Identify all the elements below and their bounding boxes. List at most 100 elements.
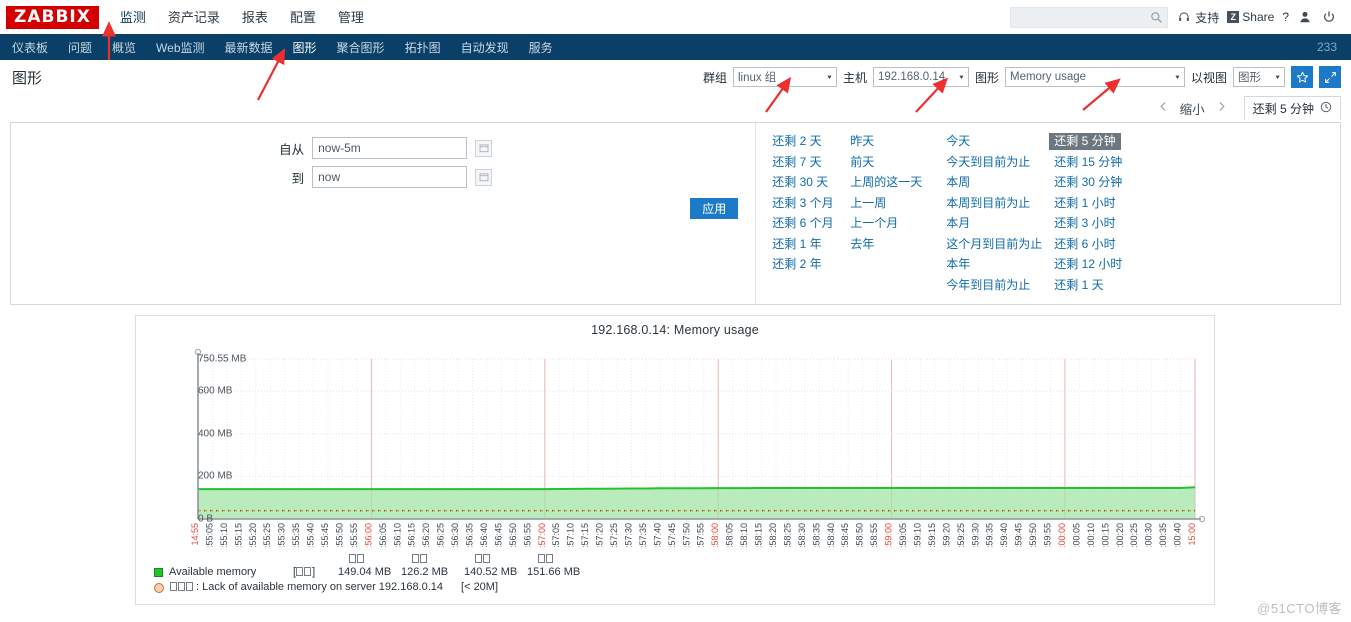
main-menu-item-administration[interactable]: 管理: [327, 0, 375, 34]
quick-range-link[interactable]: 还剩 30 天: [772, 174, 850, 191]
search-input[interactable]: [1015, 10, 1151, 24]
to-calendar-icon[interactable]: [475, 168, 493, 186]
time-range-tab[interactable]: 还剩 5 分钟: [1243, 96, 1341, 120]
zabbix-logo[interactable]: ZABBIX: [6, 5, 99, 29]
support-link[interactable]: 支持: [1176, 9, 1219, 26]
search-box[interactable]: [1010, 6, 1169, 28]
subnav-item-discovery[interactable]: 自动发现: [451, 34, 519, 60]
quick-range-link[interactable]: 还剩 3 个月: [772, 195, 850, 212]
svg-text:14:55:50: 14:55:50: [334, 523, 344, 547]
svg-text:14:58:55: 14:58:55: [869, 523, 879, 547]
svg-text:15:00:15: 15:00:15: [1100, 523, 1110, 547]
quick-range-link[interactable]: 还剩 3 小时: [1054, 215, 1150, 232]
apply-button[interactable]: 应用: [690, 198, 739, 219]
user-icon[interactable]: [1297, 9, 1313, 25]
quick-range-link[interactable]: 本周: [946, 174, 1054, 191]
search-icon[interactable]: [1150, 11, 1163, 24]
svg-text:14:57:40: 14:57:40: [652, 523, 662, 547]
quick-range-link[interactable]: 本周到目前为止: [946, 195, 1054, 212]
subnav-item-services[interactable]: 服务: [519, 34, 563, 60]
svg-text:14:58:30: 14:58:30: [797, 523, 807, 547]
main-menu-item-inventory[interactable]: 资产记录: [157, 0, 231, 34]
quick-range-link[interactable]: 上一周: [850, 195, 946, 212]
quick-range-link[interactable]: 还剩 2 天: [772, 133, 850, 150]
sub-navigation: 仪表板 问题 概览 Web监测 最新数据 图形 聚合图形 拓扑图 自动发现 服务…: [0, 34, 1351, 60]
subnav-item-web[interactable]: Web监测: [146, 34, 214, 60]
subnav-item-latest-data[interactable]: 最新数据: [215, 34, 283, 60]
quick-range-link[interactable]: 昨天: [850, 133, 946, 150]
quick-range-link[interactable]: 去年: [850, 236, 946, 253]
series-color-swatch: [154, 568, 163, 577]
group-select[interactable]: linux 组 ▼: [732, 67, 837, 87]
subnav-item-dashboard[interactable]: 仪表板: [0, 34, 58, 60]
host-select[interactable]: 192.168.0.14 ▼: [872, 67, 969, 87]
graph-plot[interactable]: 09-17 14:55 14:55:05 14:55:10 14:55:15 14:55…: [136, 337, 1216, 571]
graph-select[interactable]: Memory usage ▼: [1004, 67, 1185, 87]
quick-range-link[interactable]: 这个月到目前为止: [946, 236, 1054, 253]
quick-range-link-selected[interactable]: 还剩 5 分钟: [1049, 133, 1121, 150]
main-menu-item-reports[interactable]: 报表: [231, 0, 279, 34]
quick-range-link[interactable]: 还剩 1 小时: [1054, 195, 1150, 212]
subnav-item-problems[interactable]: 问题: [58, 34, 102, 60]
chevron-down-icon: ▼: [1174, 74, 1181, 80]
quick-range-link[interactable]: 今天: [946, 133, 1054, 150]
zoom-out-button[interactable]: 缩小: [1178, 99, 1207, 118]
stat-max: 151.66 MB: [524, 554, 587, 580]
quick-range-link[interactable]: 还剩 7 天: [772, 154, 850, 171]
zabbix-graph-page: ZABBIX 监测 资产记录 报表 配置 管理 支持 Z Share ? 仪表板…: [0, 0, 1351, 622]
subnav-item-graphs[interactable]: 图形: [283, 34, 327, 60]
svg-text:14:57:35: 14:57:35: [638, 523, 648, 547]
help-link[interactable]: ?: [1282, 10, 1289, 24]
share-link[interactable]: Z Share: [1227, 10, 1274, 24]
quick-range-link[interactable]: 前天: [850, 154, 946, 171]
quick-range-link[interactable]: 还剩 12 小时: [1054, 256, 1150, 273]
from-calendar-icon[interactable]: [475, 139, 493, 157]
quick-range-link[interactable]: 今天到目前为止: [946, 154, 1054, 171]
svg-text:14:57:20: 14:57:20: [595, 523, 605, 547]
power-icon[interactable]: [1321, 9, 1337, 25]
view-select[interactable]: 图形 ▼: [1233, 67, 1285, 87]
quick-range-link[interactable]: 本年: [946, 256, 1054, 273]
favorite-button[interactable]: [1291, 66, 1313, 88]
quick-range-link[interactable]: 本月: [946, 215, 1054, 232]
quick-range-link[interactable]: 上一个月: [850, 215, 946, 232]
svg-text:14:58:40: 14:58:40: [826, 523, 836, 547]
time-prev-button[interactable]: [1149, 100, 1178, 116]
stat-header-last: [349, 552, 365, 567]
graph-filter-label: 图形: [974, 70, 999, 85]
fullscreen-button[interactable]: [1319, 66, 1341, 88]
main-menu-item-configuration[interactable]: 配置: [279, 0, 327, 34]
quick-range-link[interactable]: 上周的这一天: [850, 174, 946, 191]
svg-text:15:00:35: 15:00:35: [1158, 523, 1168, 547]
quick-range-link[interactable]: 还剩 30 分钟: [1054, 174, 1150, 191]
from-input[interactable]: [312, 137, 468, 159]
svg-text:14:59:05: 14:59:05: [898, 523, 908, 547]
top-bar: ZABBIX 监测 资产记录 报表 配置 管理 支持 Z Share ?: [0, 0, 1351, 34]
svg-text:14:57:45: 14:57:45: [667, 523, 677, 547]
chevron-left-icon: [1160, 102, 1166, 111]
to-input[interactable]: [312, 166, 468, 188]
quick-range-link[interactable]: 还剩 1 天: [1054, 277, 1150, 294]
svg-text:14:58:50: 14:58:50: [855, 523, 865, 547]
svg-text:14:59:00: 14:59:00: [884, 523, 894, 547]
legend-trigger-text: : Lack of available memory on server 192…: [196, 581, 444, 593]
missing-glyph-icon: [296, 567, 304, 576]
quick-range-link[interactable]: 今年到目前为止: [946, 277, 1054, 294]
graph-select-value: Memory usage: [1009, 71, 1087, 83]
to-label: 到: [291, 171, 305, 186]
quick-range-link[interactable]: 还剩 1 年: [772, 236, 850, 253]
time-range-form: 自从 到 应用: [11, 123, 755, 304]
svg-text:14:56:25: 14:56:25: [436, 523, 446, 547]
quick-range-link[interactable]: 还剩 15 分钟: [1054, 154, 1150, 171]
stat-header-max: [538, 552, 554, 567]
quick-range-link[interactable]: 还剩 2 年: [772, 256, 850, 273]
subnav-item-screens[interactable]: 聚合图形: [327, 34, 395, 60]
chevron-down-icon: ▼: [1274, 74, 1281, 80]
subnav-item-maps[interactable]: 拓扑图: [395, 34, 451, 60]
main-menu-item-monitoring[interactable]: 监测: [109, 0, 157, 34]
subnav-item-overview[interactable]: 概览: [102, 34, 146, 60]
quick-range-link[interactable]: 还剩 6 个月: [772, 215, 850, 232]
quick-range-link[interactable]: 还剩 6 小时: [1054, 236, 1150, 253]
legend-stats: 149.04 MB 126.2 MB 140.52 MB 151.66 MB: [335, 554, 587, 580]
time-next-button[interactable]: [1207, 100, 1236, 116]
